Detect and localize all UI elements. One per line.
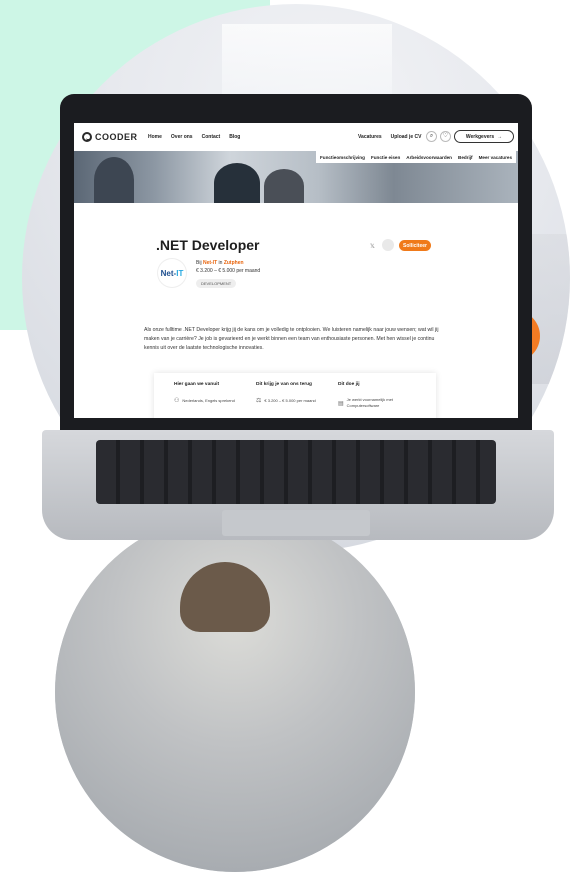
highlight-column: Hier gaan we vanuit ⚇ Nederlands, Engels… <box>174 382 235 404</box>
nav-link-blog[interactable]: Blog <box>229 134 240 140</box>
job-highlights-card: Hier gaan we vanuit ⚇ Nederlands, Engels… <box>154 373 436 418</box>
logo-text: COODER <box>95 132 138 142</box>
employers-button-label: Werkgevers <box>465 133 495 140</box>
subnav-arbeidsvoorwaarden[interactable]: Arbeidsvoorwaarden <box>406 155 452 160</box>
job-section-nav: Functieomschrijving Functie eisen Arbeid… <box>316 151 516 163</box>
search-button[interactable]: ⌕ <box>426 131 437 142</box>
hero-person <box>264 169 304 203</box>
nav-link-contact[interactable]: Contact <box>202 134 221 140</box>
nav-link-over-ons[interactable]: Over ons <box>171 134 193 140</box>
employers-button[interactable]: Werkgevers → <box>454 130 514 143</box>
company-logo-text: Net-IT <box>160 268 184 278</box>
hero-person <box>94 157 134 203</box>
highlight-row: ▤ Je werkt voornamelijk met Computersoft… <box>338 397 393 408</box>
job-title: .NET Developer <box>156 237 260 253</box>
company-logo[interactable]: Net-IT <box>158 259 186 287</box>
main-nav-links: Home Over ons Contact Blog <box>148 134 240 140</box>
secondary-nav-links: Vacatures Upload je CV <box>358 134 421 140</box>
category-tag[interactable]: DEVELOPMENT <box>196 279 237 288</box>
nav-link-upload-cv[interactable]: Upload je CV <box>391 134 422 140</box>
highlight-row: ⚇ Nederlands, Engels sprekend <box>174 398 235 404</box>
subnav-bedrijf[interactable]: Bedrijf <box>458 155 473 160</box>
laptop-keyboard <box>96 440 496 504</box>
salary-icon: ⚖ <box>256 398 262 404</box>
subnav-functieomschrijving[interactable]: Functieomschrijving <box>320 155 365 160</box>
save-job-button[interactable] <box>382 239 394 251</box>
job-meta: Bij Net-IT in Zutphen <box>196 260 244 266</box>
subnav-functie-eisen[interactable]: Functie eisen <box>371 155 400 160</box>
cooder-logo[interactable]: COODER <box>82 132 138 142</box>
software-icon: ▤ <box>338 400 344 407</box>
highlight-column: Dit krijg je van ons terug ⚖ € 3.200 – €… <box>256 382 316 404</box>
subnav-meer-vacatures[interactable]: Meer vacatures <box>479 155 512 160</box>
nav-link-home[interactable]: Home <box>148 134 162 140</box>
smile-logo-icon <box>82 132 92 142</box>
favorites-button[interactable]: ♡ <box>440 131 451 142</box>
search-icon: ⌕ <box>429 133 434 139</box>
highlight-column: Dit doe jij ▤ Je werkt voornamelijk met … <box>338 382 397 409</box>
laptop-touchpad <box>222 510 370 536</box>
top-navigation: COODER Home Over ons Contact Blog Vacatu… <box>74 123 518 151</box>
nav-link-vacatures[interactable]: Vacatures <box>358 134 382 140</box>
laptop-screen: COODER Home Over ons Contact Blog Vacatu… <box>74 123 518 418</box>
company-link[interactable]: Net-IT <box>203 260 217 266</box>
hero-person <box>214 163 260 203</box>
person-photo-circle <box>55 512 415 872</box>
salary-range: € 3.200 – € 5.000 per maand <box>196 268 261 274</box>
job-description: Als onze fulltime .NET Developer krijg j… <box>144 327 439 351</box>
highlight-row: ⚖ € 3.200 – € 5.000 per maand <box>256 398 316 404</box>
language-icon: ⚇ <box>174 398 180 404</box>
x-icon[interactable]: 𝕏 <box>370 243 375 250</box>
arrow-right-icon: → <box>497 133 503 140</box>
apply-button[interactable]: Solliciteer <box>399 240 431 251</box>
location-link[interactable]: Zutphen <box>224 260 244 266</box>
heart-icon: ♡ <box>442 133 449 139</box>
highlight-heading: Dit krijg je van ons terug <box>256 382 312 387</box>
highlight-heading: Hier gaan we vanuit <box>174 382 220 387</box>
highlight-heading: Dit doe jij <box>338 382 360 387</box>
